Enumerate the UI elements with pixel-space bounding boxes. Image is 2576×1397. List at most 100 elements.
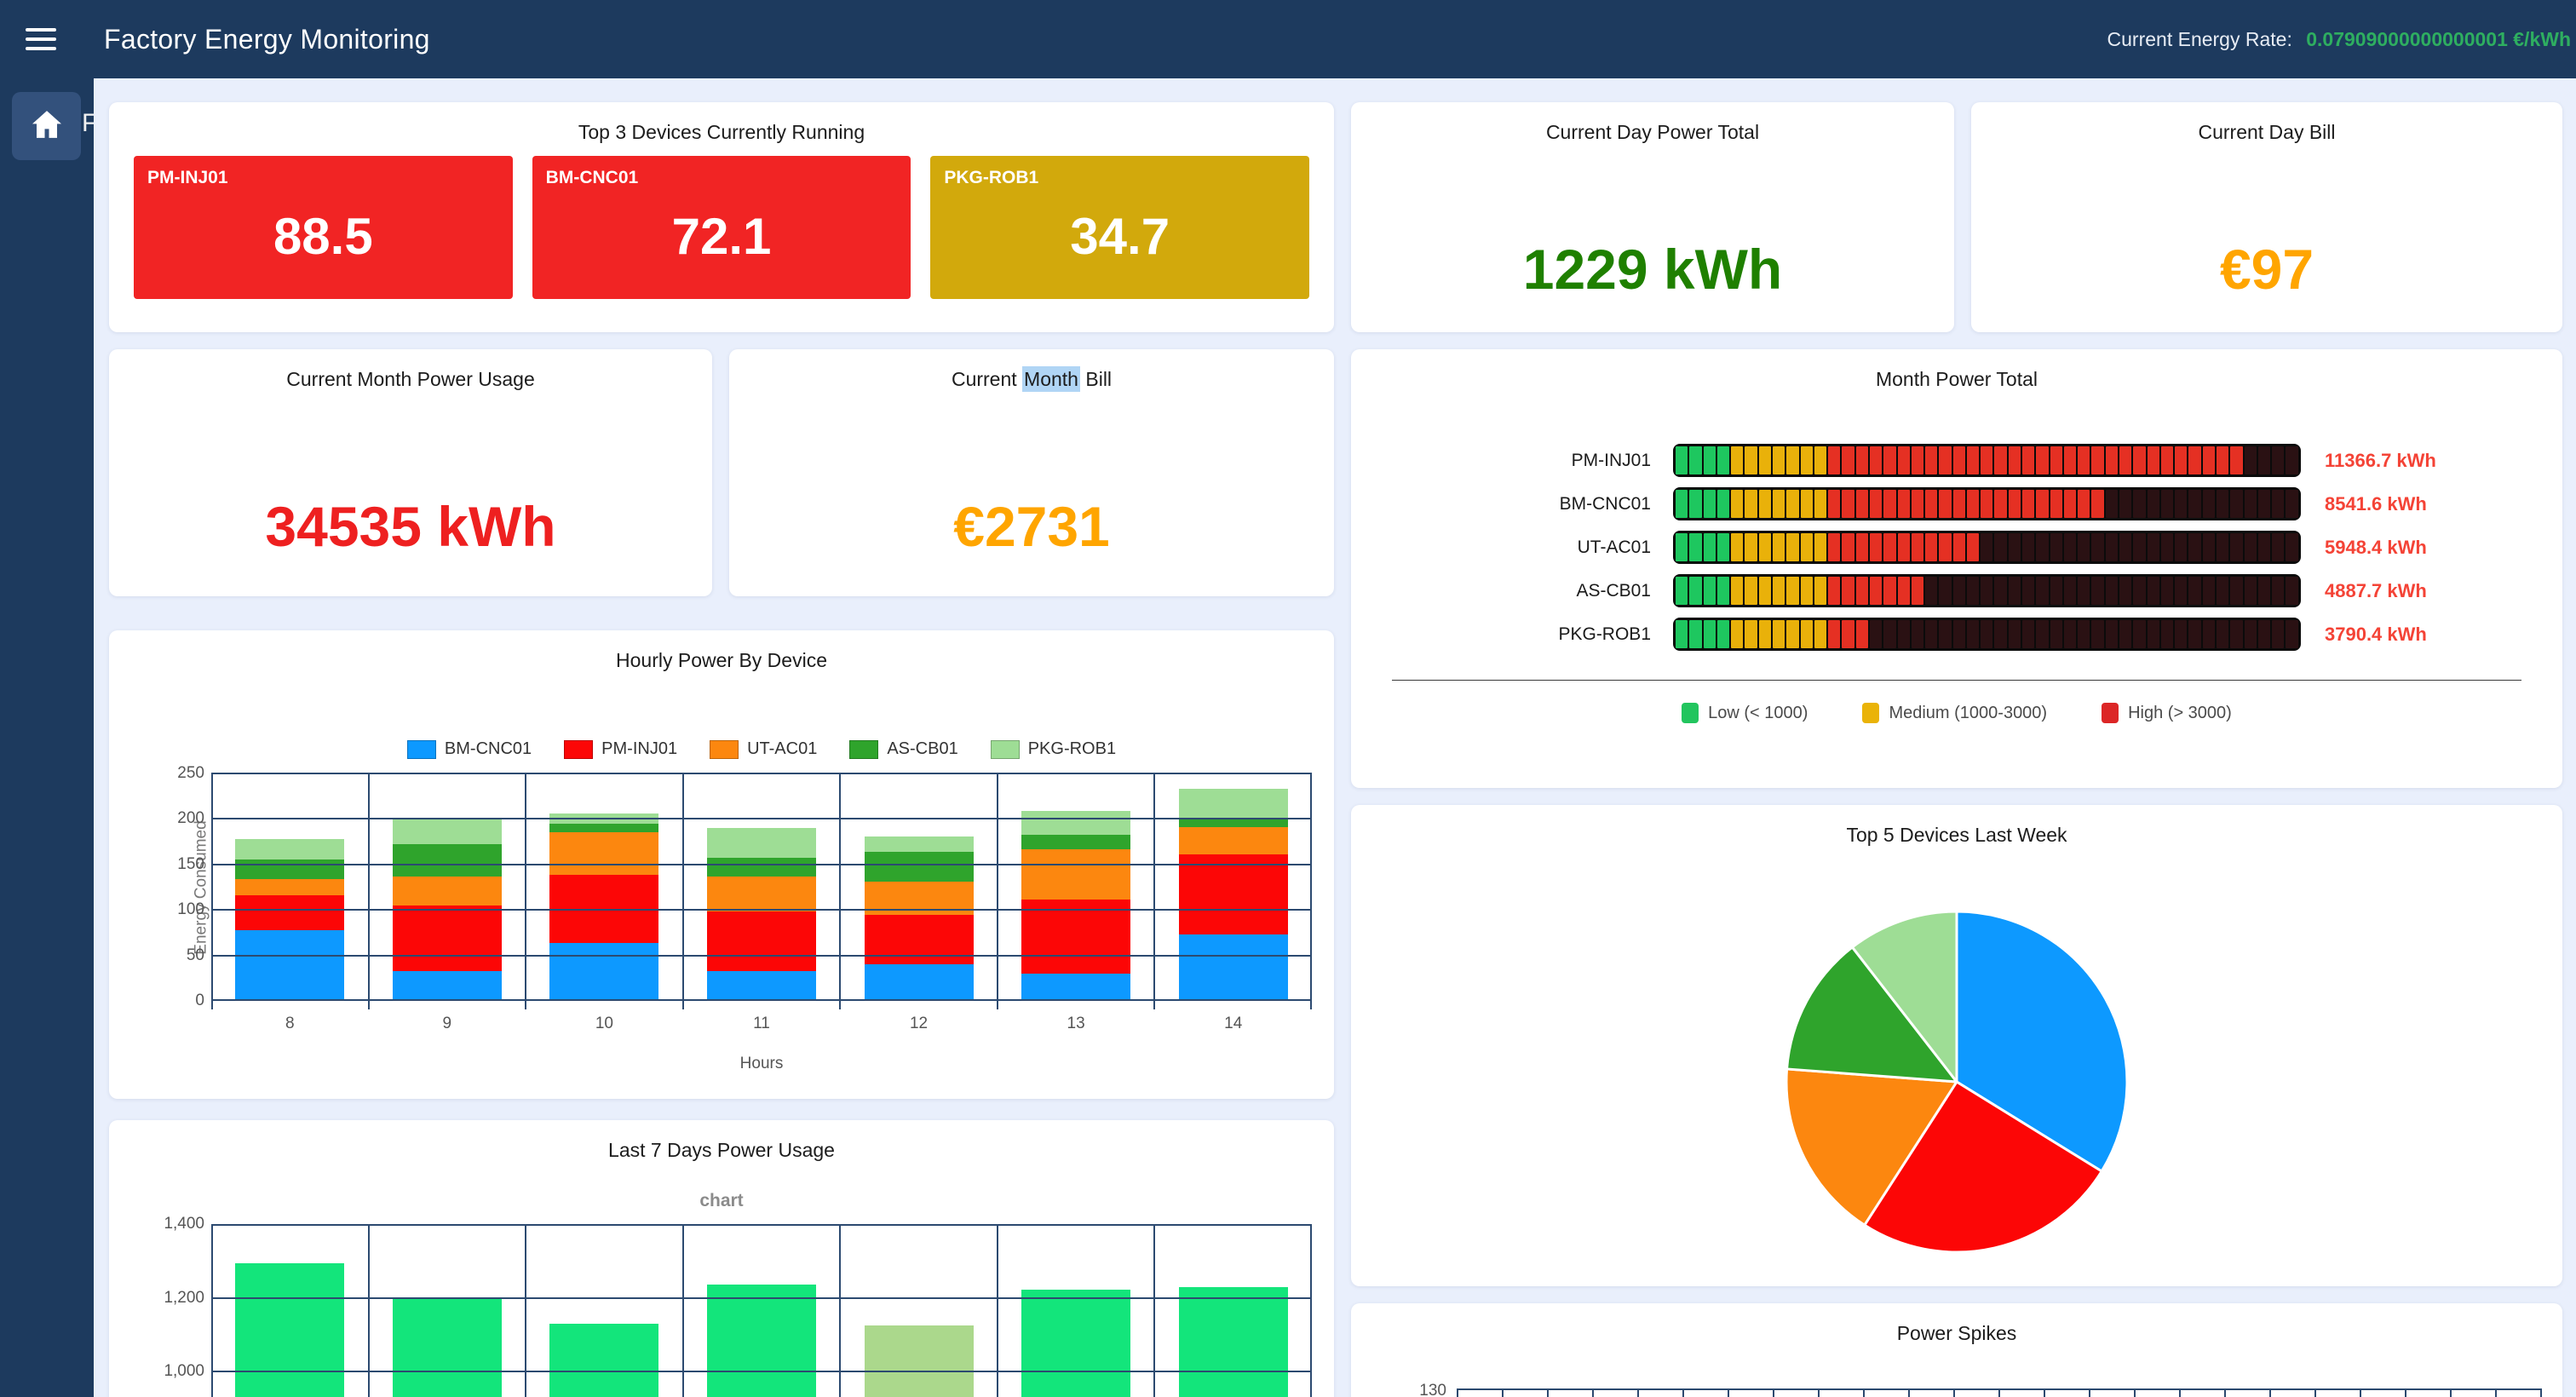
bar-segment <box>2064 577 2076 605</box>
gridline <box>211 773 1312 774</box>
gridline <box>2314 1388 2316 1397</box>
bar-segment <box>1883 577 1895 605</box>
bar-segment <box>1981 446 1992 474</box>
bar-segment <box>2078 577 2090 605</box>
stacked-bar-segment <box>235 895 344 930</box>
bar-segment <box>2119 620 2131 648</box>
gridline <box>997 773 998 1001</box>
bar-segment <box>2245 446 2257 474</box>
legend-label: BM-CNC01 <box>445 739 532 759</box>
bar-segment <box>1856 620 1868 648</box>
bar-segment <box>2064 490 2076 518</box>
y-tick-label: 200 <box>109 809 204 828</box>
gridline <box>2450 1388 2452 1397</box>
top-navbar: Factory Energy Monitoring Current Energy… <box>0 0 2576 78</box>
hamburger-menu-icon[interactable] <box>26 22 56 56</box>
day-bill-value: €97 <box>1971 237 2562 302</box>
bar-segment <box>1814 533 1826 561</box>
card-top5-last-week: Top 5 Devices Last Week <box>1351 805 2562 1286</box>
stacked-bar-segment <box>235 930 344 1001</box>
bar-segment <box>2091 490 2103 518</box>
bar-segment <box>1786 446 1798 474</box>
bar <box>1179 1287 1288 1397</box>
stacked-bar-segment <box>393 844 502 876</box>
bar-segment <box>2203 620 2215 648</box>
bar-segment <box>1967 490 1979 518</box>
bar-segment <box>1676 533 1688 561</box>
segmented-power-bar <box>1673 487 2301 520</box>
gridline <box>2360 1388 2361 1397</box>
bar-segment <box>2245 577 2257 605</box>
gridline <box>1728 1388 1729 1397</box>
stacked-bar-segment <box>549 824 658 833</box>
legend-label: UT-AC01 <box>747 739 817 759</box>
pie-svg <box>1769 894 2144 1269</box>
bar-segment <box>1676 446 1688 474</box>
bar-segment <box>2050 533 2062 561</box>
bar-segment <box>1898 620 1910 648</box>
bar-segment <box>1981 490 1992 518</box>
bar-segment <box>1717 533 1729 561</box>
bar-segment <box>2064 533 2076 561</box>
gridline <box>1863 1388 1865 1397</box>
legend-label: AS-CB01 <box>887 739 957 759</box>
bar-segment <box>2022 490 2034 518</box>
y-tick-label: 150 <box>109 855 204 874</box>
stacked-bar-segment <box>393 905 502 971</box>
bar-segment <box>1925 490 1937 518</box>
legend-item: PKG-ROB1 <box>991 739 1116 759</box>
bar-segment <box>1731 490 1743 518</box>
device-tiles: PM-INJ01 88.5 BM-CNC01 72.1 PKG-ROB1 34.… <box>109 144 1334 299</box>
bar-segment <box>2175 620 2187 648</box>
bar-segment <box>2009 620 2021 648</box>
bar-segment <box>1939 620 1951 648</box>
legend-label: Medium (1000-3000) <box>1889 704 2047 723</box>
gridline <box>525 1224 526 1397</box>
stacked-bar-segment <box>235 839 344 860</box>
gridline <box>2224 1388 2226 1397</box>
bar-segment <box>2175 446 2187 474</box>
bar-segment <box>1704 620 1716 648</box>
bar-segment <box>2119 533 2131 561</box>
bar-segment <box>2258 446 2270 474</box>
device-total-value: 5948.4 kWh <box>2301 537 2427 559</box>
bar-segment <box>2036 490 2048 518</box>
bar-segment <box>1731 620 1743 648</box>
bar-segment <box>1731 446 1743 474</box>
bar-segment <box>2009 533 2021 561</box>
gridline <box>1457 1388 1458 1397</box>
legend-item: Low (< 1000) <box>1682 703 1808 723</box>
bar-segment <box>2091 446 2103 474</box>
bar-segment <box>1689 490 1701 518</box>
gridline <box>211 1224 213 1397</box>
x-tick-label: 13 <box>998 1015 1155 1033</box>
gridline <box>2269 1388 2271 1397</box>
bar-segment <box>2106 577 2118 605</box>
stacked-bar-segment <box>393 971 502 1001</box>
stacked-bar-segment <box>865 852 974 882</box>
card-day-power-total: Current Day Power Total 1229 kWh <box>1351 102 1954 332</box>
bar-segment <box>1967 446 1979 474</box>
bar-segment <box>1731 533 1743 561</box>
card-title: Current Month Bill <box>729 368 1334 391</box>
bar-segment <box>2022 533 2034 561</box>
bar <box>865 1325 974 1397</box>
bar-segment <box>2230 446 2242 474</box>
bar-segment <box>1925 620 1937 648</box>
card-day-bill: Current Day Bill €97 <box>1971 102 2562 332</box>
bar-segment <box>2133 577 2145 605</box>
home-button[interactable] <box>12 92 81 160</box>
card-title: Current Month Power Usage <box>109 368 712 391</box>
device-total-value: 4887.7 kWh <box>2301 580 2427 602</box>
bar-segment <box>1953 533 1965 561</box>
device-total-value: 11366.7 kWh <box>2301 450 2436 472</box>
stacked-bar-segment <box>865 964 974 1001</box>
gridline <box>211 864 1312 865</box>
gridline <box>682 773 684 1001</box>
bar-segment <box>2036 577 2048 605</box>
legend-item: PM-INJ01 <box>564 739 677 759</box>
legend-swatch <box>2102 703 2119 723</box>
bar <box>549 1324 658 1397</box>
bar-segment <box>1801 577 1813 605</box>
device-power-value: 34.7 <box>930 173 1309 299</box>
